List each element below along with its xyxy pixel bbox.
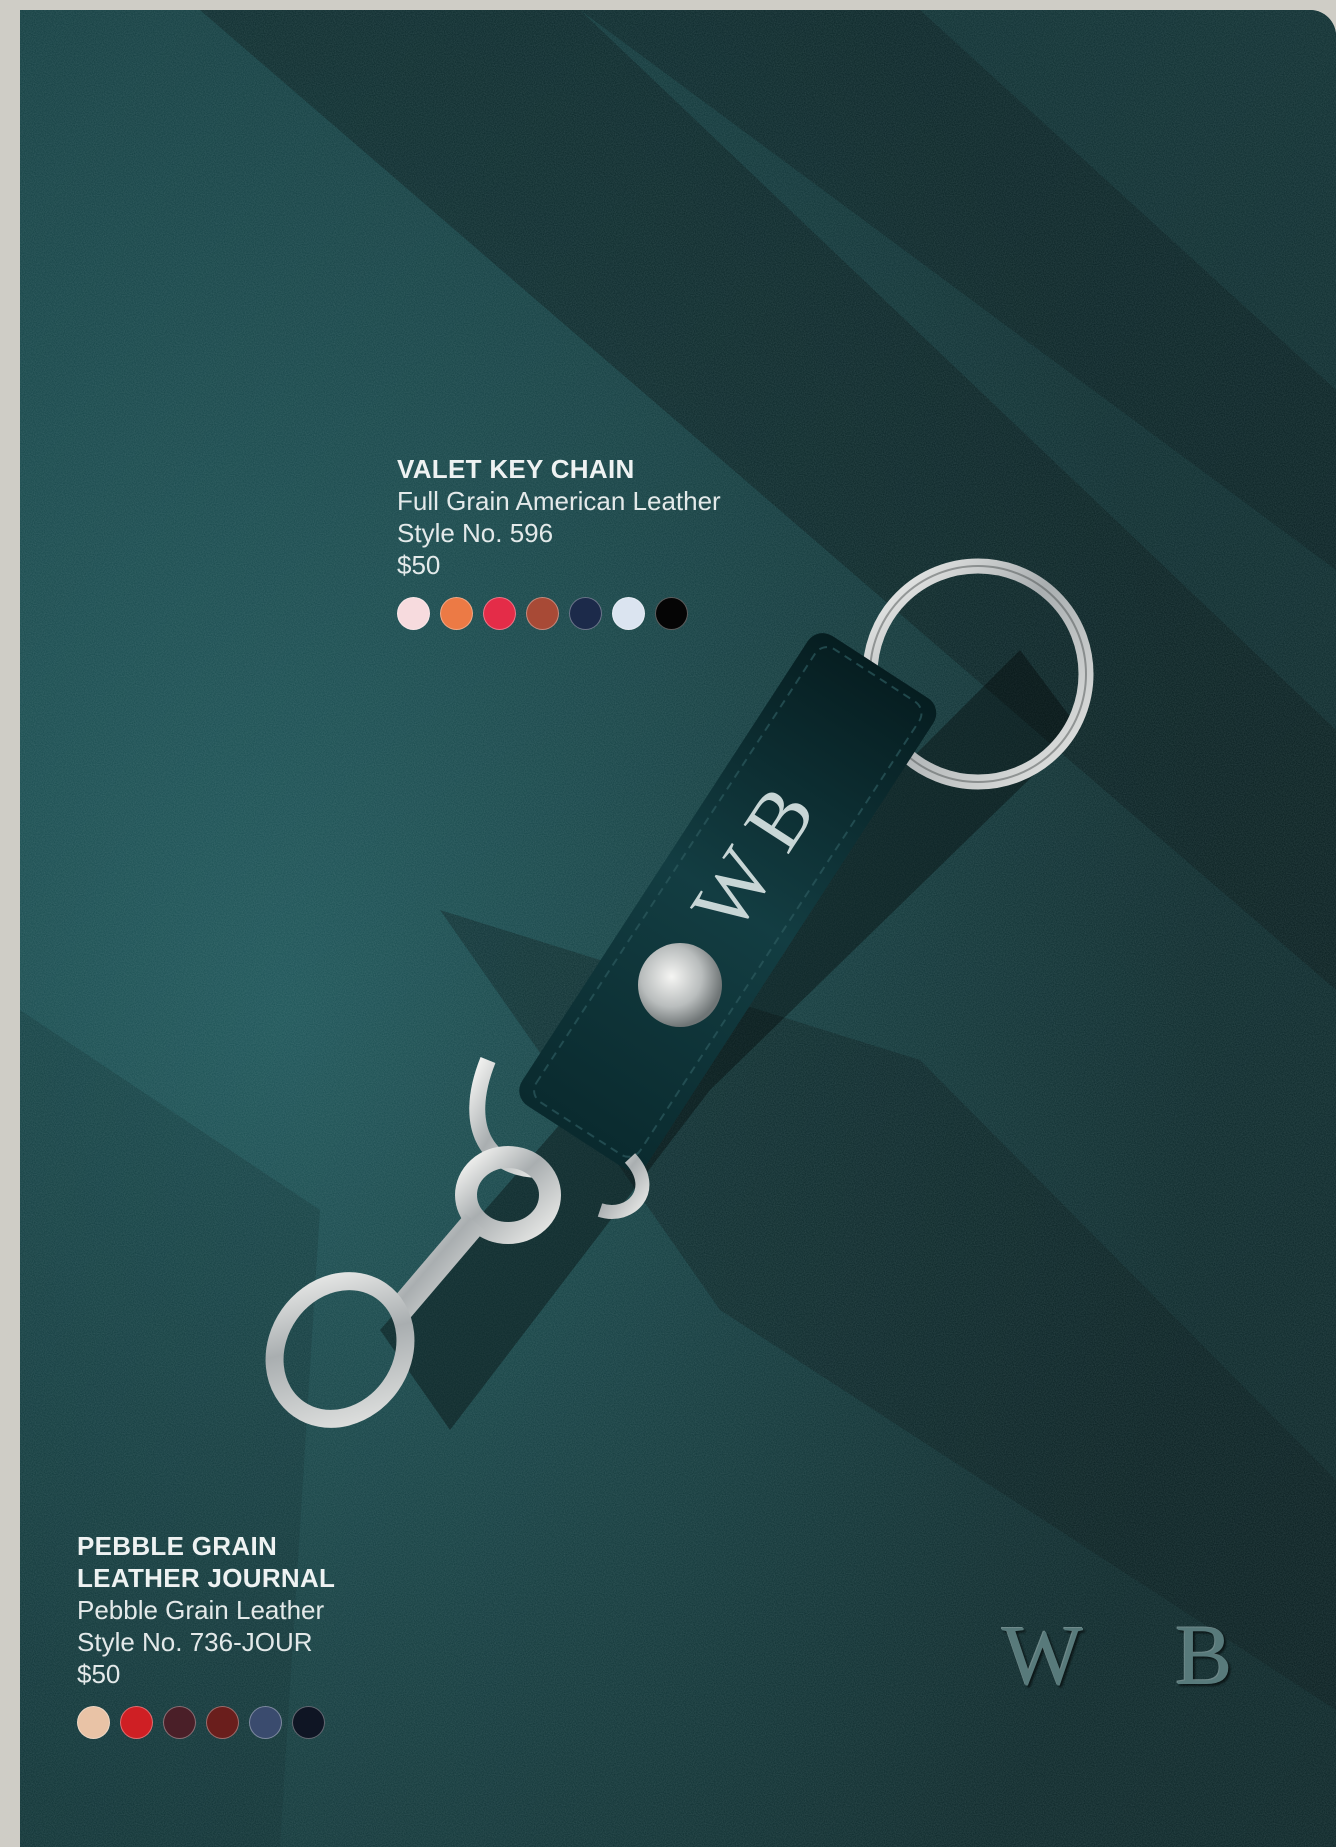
- journal-swatch[interactable]: [292, 1706, 325, 1739]
- journal-style-number: Style No. 736-JOUR: [77, 1627, 313, 1657]
- journal-price: $50: [77, 1659, 121, 1689]
- keychain-product-info: VALET KEY CHAIN Full Grain American Leat…: [397, 453, 721, 630]
- journal-swatch[interactable]: [120, 1706, 153, 1739]
- keychain-swatch[interactable]: [526, 597, 559, 630]
- journal-swatch[interactable]: [77, 1706, 110, 1739]
- keychain-color-swatches: [397, 597, 721, 630]
- product-photo-page: W B W B VALET KEY CHAIN Full Grain Ameri…: [0, 0, 1336, 1847]
- keychain-swatch[interactable]: [397, 597, 430, 630]
- journal-color-swatches: [77, 1706, 335, 1739]
- journal-material: Pebble Grain Leather: [77, 1595, 325, 1625]
- journal-swatch[interactable]: [249, 1706, 282, 1739]
- keychain-swatch[interactable]: [569, 597, 602, 630]
- keychain-swatch[interactable]: [483, 597, 516, 630]
- journal-product-info: PEBBLE GRAIN LEATHER JOURNAL Pebble Grai…: [77, 1530, 335, 1739]
- journal-swatch[interactable]: [163, 1706, 196, 1739]
- journal-title: PEBBLE GRAIN LEATHER JOURNAL: [77, 1531, 336, 1593]
- journal-swatch[interactable]: [206, 1706, 239, 1739]
- keychain-swatch[interactable]: [440, 597, 473, 630]
- keychain-price: $50: [397, 550, 441, 580]
- keychain-swatch[interactable]: [612, 597, 645, 630]
- keychain-material: Full Grain American Leather: [397, 486, 721, 516]
- keychain-swatch[interactable]: [655, 597, 688, 630]
- keychain-style-number: Style No. 596: [397, 518, 554, 548]
- keychain-title: VALET KEY CHAIN: [397, 454, 635, 484]
- cover-monogram: W B: [1002, 1607, 1269, 1703]
